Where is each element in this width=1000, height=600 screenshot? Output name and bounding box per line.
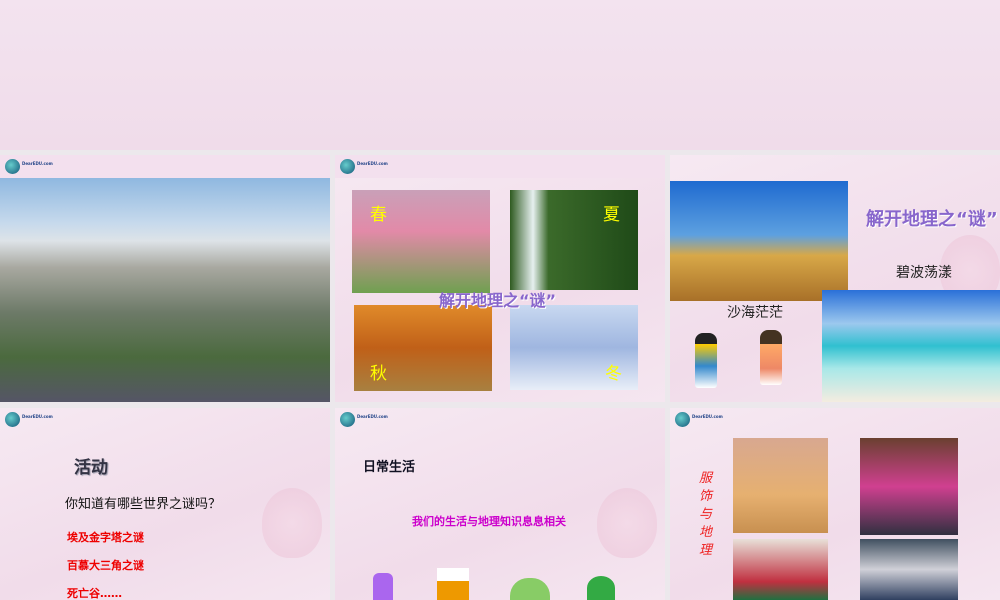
slide-thumbnail-3[interactable]: 解开地理之“谜” 碧波荡漾 沙海茫茫	[670, 155, 1000, 402]
girl-cartoon	[760, 330, 782, 385]
logo-icon	[5, 412, 20, 427]
city-photo	[0, 178, 330, 402]
list-item: 死亡谷……	[67, 587, 122, 600]
slide-title: 服饰与地理	[699, 471, 713, 558]
slide-header: DearEDU.com	[670, 408, 1000, 431]
house-icon	[510, 578, 550, 600]
slide-thumbnail-5[interactable]: DearEDU.com 日常生活 我们的生活与地理知识息息相关	[335, 408, 665, 600]
logo-icon	[675, 412, 690, 427]
slide-thumbnail-1[interactable]: DearEDU.com	[0, 155, 330, 402]
logo-text: DearEDU.com	[22, 161, 53, 166]
slide-editor-area	[0, 0, 1000, 150]
slide-title: 解开地理之“谜”	[439, 291, 557, 310]
boy-cartoon	[695, 333, 717, 388]
desert-photo	[670, 181, 848, 301]
list-item: 百慕大三角之谜	[67, 559, 144, 572]
logo-icon	[5, 159, 20, 174]
transport-icon	[587, 576, 615, 600]
slide-title: 活动	[74, 458, 108, 478]
summer-label: 夏	[603, 205, 620, 225]
autumn-label: 秋	[370, 364, 387, 384]
heart-decoration	[597, 488, 657, 558]
food-icon	[437, 568, 469, 600]
question-text: 你知道有哪些世界之谜吗？	[65, 497, 222, 512]
desert-caption: 沙海茫茫	[727, 305, 783, 321]
hanbok-photo	[733, 539, 828, 600]
logo-icon	[340, 412, 355, 427]
slide-header: DearEDU.com	[335, 155, 665, 178]
slide-header: DearEDU.com	[0, 408, 330, 431]
logo-icon	[340, 159, 355, 174]
slide-thumbnail-2[interactable]: DearEDU.com 春 夏 秋 冬 解开地理之“谜”	[335, 155, 665, 402]
slide-thumbnail-6[interactable]: DearEDU.com 服饰与地理	[670, 408, 1000, 600]
slide-title: 解开地理之“谜”	[866, 209, 998, 230]
winter-label: 冬	[605, 364, 622, 384]
logo-text: DearEDU.com	[692, 414, 723, 419]
logo-text: DearEDU.com	[357, 161, 388, 166]
ethnic-dancers-photo	[860, 438, 958, 535]
desert-people-photo	[733, 438, 828, 533]
slide-title: 日常生活	[363, 460, 416, 475]
slide-header: DearEDU.com	[0, 155, 330, 178]
logo-text: DearEDU.com	[22, 414, 53, 419]
heart-decoration	[262, 488, 322, 558]
slide-thumbnail-4[interactable]: DearEDU.com 活动 你知道有哪些世界之谜吗？ 埃及金字塔之谜 百慕大三…	[0, 408, 330, 600]
sea-photo	[822, 290, 1000, 402]
miao-costume-photo	[860, 539, 958, 600]
spring-label: 春	[370, 205, 387, 225]
subtitle-text: 我们的生活与地理知识息息相关	[412, 515, 566, 528]
clothing-icon	[373, 573, 393, 600]
logo-text: DearEDU.com	[357, 414, 388, 419]
sea-caption: 碧波荡漾	[896, 265, 952, 281]
slide-header: DearEDU.com	[335, 408, 665, 431]
list-item: 埃及金字塔之谜	[67, 531, 144, 544]
